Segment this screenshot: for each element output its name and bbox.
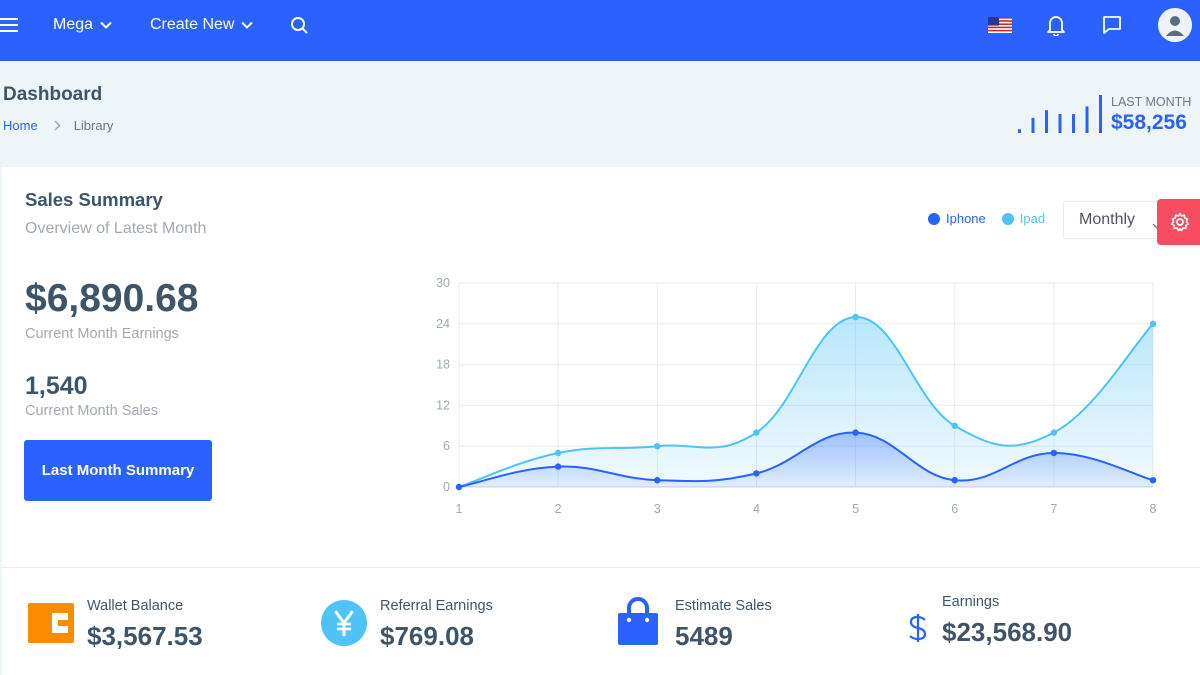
x-tick-label: 6 (951, 502, 958, 516)
sparkline-bar (1099, 95, 1102, 133)
x-tick-label: 2 (555, 502, 562, 516)
us-flag-icon (988, 17, 1012, 33)
bell-icon (1047, 16, 1065, 36)
dollar-icon (909, 614, 927, 642)
data-point[interactable] (654, 477, 661, 484)
yen-icon (321, 600, 367, 646)
stat-value: $3,567.53 (87, 621, 203, 651)
sales-area-chart: 06121824301 2 3 4 5 6 7 8 (436, 276, 1157, 516)
stat-value: 5489 (675, 621, 733, 651)
data-point[interactable] (1050, 429, 1058, 436)
y-tick-label: 18 (436, 358, 450, 372)
last-month-value: $58,256 (1111, 111, 1187, 134)
wallet-icon (28, 603, 74, 643)
menu-icon (0, 18, 18, 32)
data-point[interactable] (554, 449, 562, 457)
create-new-label: Create New (150, 16, 235, 33)
message-icon (1103, 16, 1121, 34)
data-point[interactable] (1149, 477, 1157, 484)
x-tick-label: 7 (1050, 502, 1057, 516)
data-point[interactable] (753, 470, 760, 477)
last-month-label: LAST MONTH (1111, 95, 1192, 109)
search-button[interactable] (290, 0, 309, 50)
mega-menu-button[interactable]: Mega (53, 0, 112, 50)
x-tick-label: 8 (1150, 502, 1157, 516)
search-icon (291, 16, 308, 34)
y-tick-label: 24 (436, 317, 450, 331)
x-tick-label: 4 (753, 502, 760, 516)
stat-label: Earnings (942, 594, 1000, 610)
notifications-button[interactable] (1045, 0, 1067, 50)
breadcrumb-current: Library (73, 118, 114, 133)
y-tick-label: 30 (436, 276, 450, 290)
user-profile-button[interactable] (1158, 0, 1192, 50)
stat-label: Estimate Sales (675, 598, 772, 614)
sparkline-bar (1072, 114, 1075, 133)
stat-value: $23,568.90 (942, 617, 1073, 647)
stat-value: $769.08 (380, 621, 474, 651)
data-point[interactable] (455, 483, 463, 491)
sparkline-bar (1045, 110, 1048, 133)
shopping-bag-icon (618, 597, 658, 645)
data-point[interactable] (1149, 320, 1157, 327)
stat-label: Referral Earnings (380, 598, 493, 614)
menu-button[interactable] (0, 0, 22, 50)
breadcrumb-home-link[interactable]: Home (3, 118, 38, 133)
mega-menu-label: Mega (53, 16, 94, 33)
last-month-sparkline (1018, 95, 1102, 133)
user-avatar (1158, 8, 1192, 42)
sales-summary-card: Sales Summary Overview of Latest Month I… (2, 167, 1200, 675)
chevron-down-icon (100, 21, 112, 29)
data-point[interactable] (654, 443, 661, 450)
data-point[interactable] (753, 429, 760, 436)
sparkline-bar (1018, 129, 1021, 133)
top-navbar: Mega Create New (0, 0, 1200, 61)
data-point[interactable] (554, 463, 562, 470)
data-point[interactable] (951, 422, 958, 429)
sparkline-bar (1085, 106, 1089, 133)
sparkline-bar (1031, 117, 1035, 133)
y-tick-label: 6 (443, 439, 450, 453)
data-point[interactable] (852, 429, 859, 436)
card-divider (2, 567, 1200, 568)
messages-button[interactable] (1101, 0, 1123, 50)
x-tick-label: 5 (852, 502, 859, 516)
language-button[interactable] (988, 0, 1012, 50)
page-title: Dashboard (3, 84, 103, 105)
y-tick-label: 12 (436, 398, 450, 412)
stat-label: Wallet Balance (87, 598, 184, 614)
y-tick-label: 0 (443, 480, 450, 494)
data-point[interactable] (951, 477, 958, 484)
breadcrumb: Home Library (3, 118, 113, 133)
data-point[interactable] (852, 313, 859, 321)
chevron-right-icon (54, 120, 61, 131)
x-tick-label: 3 (654, 502, 661, 516)
sparkline-bar (1058, 114, 1062, 133)
create-new-button[interactable]: Create New (150, 0, 254, 50)
x-tick-label: 1 (456, 502, 463, 516)
chevron-down-icon (241, 21, 254, 29)
data-point[interactable] (1050, 449, 1058, 457)
